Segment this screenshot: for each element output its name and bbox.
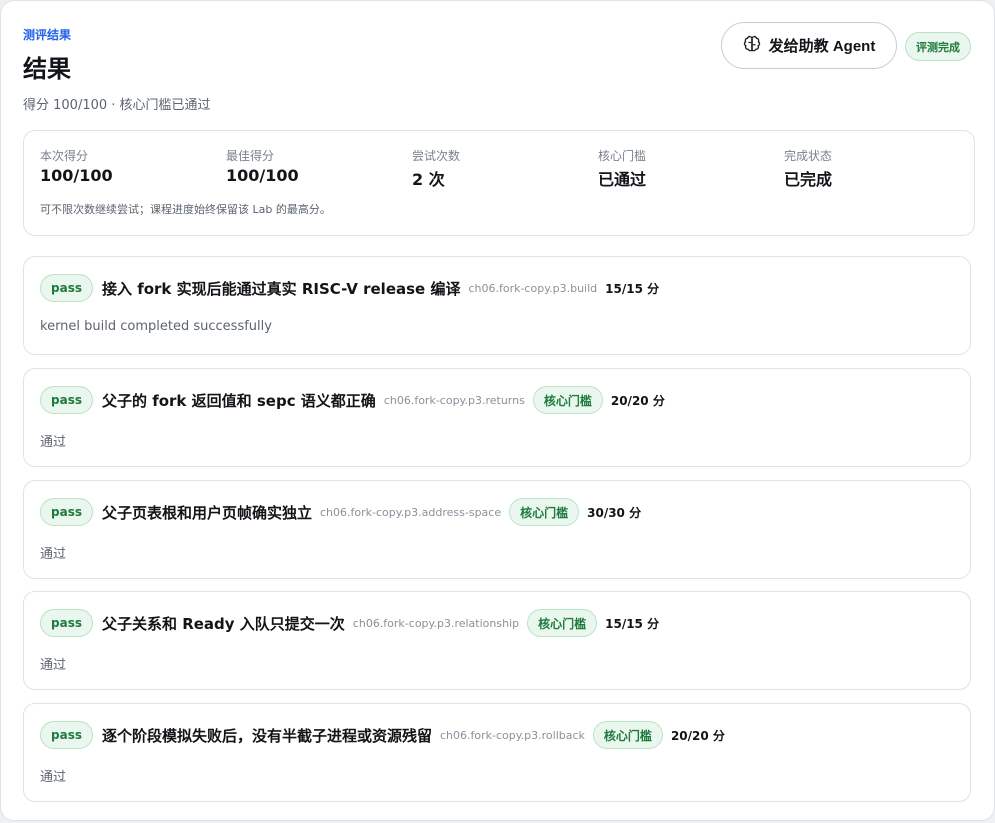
check-detail: 通过 (40, 658, 67, 673)
check-title: 父子页表根和用户页帧确实独立 (101, 503, 312, 522)
core-gate-badge: 核心门槛 (532, 386, 603, 414)
check-score: 30/30 分 (587, 505, 642, 520)
stat-label: 完成状态 (784, 149, 833, 163)
check-score: 15/15 分 (605, 281, 660, 296)
check-card-relationship: pass 父子关系和 Ready 入队只提交一次 ch06.fork-copy.… (23, 591, 971, 690)
check-card-build: pass 接入 fork 实现后能通过真实 RISC-V release 编译 … (23, 256, 971, 355)
stat-value: 2 次 (412, 170, 445, 189)
check-card-returns: pass 父子的 fork 返回值和 sepc 语义都正确 ch06.fork-… (23, 368, 971, 467)
check-header: pass 接入 fork 实现后能通过真实 RISC-V release 编译 … (40, 274, 659, 302)
check-detail: 通过 (40, 547, 67, 562)
page-title: 结果 (23, 55, 71, 83)
check-header: pass 父子页表根和用户页帧确实独立 ch06.fork-copy.p3.ad… (40, 498, 641, 526)
check-card-address-space: pass 父子页表根和用户页帧确实独立 ch06.fork-copy.p3.ad… (23, 480, 971, 579)
check-id: ch06.fork-copy.p3.relationship (352, 616, 520, 630)
check-title: 父子的 fork 返回值和 sepc 语义都正确 (101, 391, 376, 410)
pass-badge: pass (40, 274, 93, 302)
check-id: ch06.fork-copy.p3.rollback (440, 728, 585, 742)
brain-icon (743, 35, 761, 57)
stat-value: 已通过 (598, 170, 647, 189)
check-id: ch06.fork-copy.p3.returns (383, 393, 525, 407)
score-subtitle: 得分 100/100 · 核心门槛已通过 (23, 98, 211, 113)
summary-box: 本次得分 100/100 最佳得分 100/100 尝试次数 2 次 核心门槛 … (23, 130, 975, 236)
check-detail: kernel build completed successfully (40, 319, 272, 334)
pass-badge: pass (40, 721, 93, 749)
check-detail: 通过 (40, 770, 67, 785)
stat-best-score: 最佳得分 100/100 (226, 147, 299, 185)
check-card-rollback: pass 逐个阶段模拟失败后，没有半截子进程或资源残留 ch06.fork-co… (23, 703, 971, 802)
check-id: ch06.fork-copy.p3.address-space (320, 505, 502, 519)
check-score: 15/15 分 (605, 616, 660, 631)
check-detail: 通过 (40, 435, 67, 450)
stat-label: 核心门槛 (598, 149, 647, 163)
stat-label: 本次得分 (40, 149, 89, 163)
stat-label: 最佳得分 (226, 149, 275, 163)
check-header: pass 父子关系和 Ready 入队只提交一次 ch06.fork-copy.… (40, 609, 659, 637)
check-title: 父子关系和 Ready 入队只提交一次 (101, 614, 345, 633)
check-header: pass 父子的 fork 返回值和 sepc 语义都正确 ch06.fork-… (40, 386, 665, 414)
stat-value: 100/100 (40, 166, 113, 185)
status-badge: 评测完成 (905, 32, 971, 61)
pass-badge: pass (40, 498, 93, 526)
results-panel: 测评结果 结果 得分 100/100 · 核心门槛已通过 发给助教 Agent … (0, 0, 995, 821)
check-title: 逐个阶段模拟失败后，没有半截子进程或资源残留 (101, 726, 432, 745)
section-eyebrow: 测评结果 (23, 28, 72, 42)
send-to-agent-label: 发给助教 Agent (768, 38, 876, 55)
core-gate-badge: 核心门槛 (592, 721, 663, 749)
stat-value: 100/100 (226, 166, 299, 185)
summary-note: 可不限次数继续尝试；课程进度始终保留该 Lab 的最高分。 (40, 203, 331, 216)
stat-label: 尝试次数 (412, 149, 461, 163)
stat-core-gate: 核心门槛 已通过 (598, 147, 646, 190)
stat-value: 已完成 (784, 170, 833, 189)
check-score: 20/20 分 (670, 728, 725, 743)
stat-attempts: 尝试次数 2 次 (412, 147, 460, 190)
core-gate-badge: 核心门槛 (527, 609, 598, 637)
stat-completion: 完成状态 已完成 (784, 147, 832, 190)
stat-current-score: 本次得分 100/100 (40, 147, 113, 185)
check-header: pass 逐个阶段模拟失败后，没有半截子进程或资源残留 ch06.fork-co… (40, 721, 725, 749)
send-to-agent-button[interactable]: 发给助教 Agent (721, 22, 897, 69)
pass-badge: pass (40, 386, 93, 414)
check-id: ch06.fork-copy.p3.build (468, 281, 598, 295)
pass-badge: pass (40, 609, 93, 637)
core-gate-badge: 核心门槛 (509, 498, 580, 526)
check-score: 20/20 分 (610, 393, 665, 408)
check-title: 接入 fork 实现后能通过真实 RISC-V release 编译 (101, 279, 461, 298)
